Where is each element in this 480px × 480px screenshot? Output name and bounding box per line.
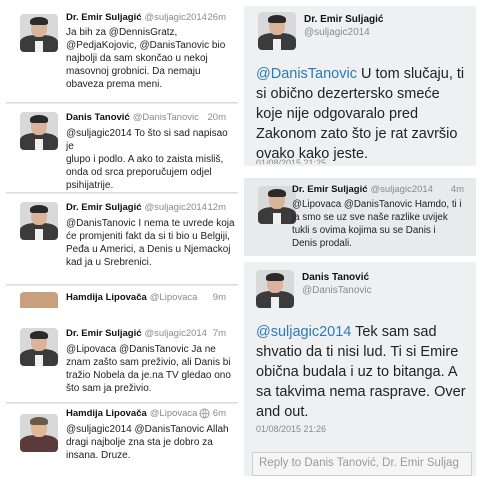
tweet-header: Dr. Emir Suljagić @suljagic2014 — [66, 202, 207, 213]
tweet-text: @suljagic2014 To što si sad napisao je g… — [66, 127, 238, 192]
tweet-line: @suljagic2014 @DanisTanovic Allah — [66, 424, 229, 435]
tweet-line: Denis prodali. — [292, 238, 352, 249]
author-name[interactable]: Hamdija Lipovača — [66, 408, 147, 419]
tweet-time: 6m — [199, 408, 226, 419]
tweet-line: dragi najbolje zna sta je dobro za — [66, 437, 213, 448]
tweet-header: Dr. Emir Suljagić @suljagic2014 — [304, 14, 383, 38]
tweet-header: Dr. Emir Suljagić @suljagic2014 — [66, 328, 207, 339]
tweet-time: 4m — [450, 184, 464, 195]
tweet-line: najbolji da sam skončao u nekoj — [66, 53, 208, 64]
tweet-line: tražio Nobela da je.na TV gledao ono — [66, 370, 231, 381]
avatar[interactable] — [20, 14, 58, 52]
tweet-detail: Dr. Emir Suljagić @suljagic2014 @DanisTa… — [244, 6, 476, 166]
tweet-text: @suljagic2014 @DanisTanovic Allah dragi … — [66, 423, 229, 462]
tweet-line: psihijatrije. — [66, 180, 114, 191]
left-top-timeline: Dr. Emir Suljagić @suljagic2014 26m Ja bi… — [6, 6, 238, 308]
tweet-line: tukli s ovima kojima su se Danis i — [292, 225, 436, 236]
author-name[interactable]: Dr. Emir Suljagić — [304, 14, 383, 25]
avatar[interactable] — [20, 414, 58, 452]
author-name[interactable]: Dr. Emir Suljagić — [66, 328, 142, 339]
author-handle[interactable]: @suljagic2014 — [145, 328, 207, 339]
author-name[interactable]: Dr. Emir Suljagić — [292, 184, 368, 195]
mention-link[interactable]: @suljagic2014 — [256, 324, 351, 340]
tweet-item[interactable]: Dr. Emir Suljagić @suljagic2014 7m @Lipov… — [6, 320, 238, 403]
tweet-line: @suljagic2014 To što si sad napisao je — [66, 128, 228, 152]
avatar[interactable] — [258, 12, 296, 50]
author-name[interactable]: Danis Tanović — [302, 272, 372, 283]
tweet-text: @suljagic2014 Tek sam sad shvatio da ti … — [256, 322, 470, 422]
tweet-line: @Lipovaca @DanisTanovic Hamdo, ti i — [292, 199, 462, 210]
tweet-header: Dr. Emir Suljagić @suljagic2014 — [66, 12, 207, 23]
tweet-line: onda od srca preporučujem odjel — [66, 167, 212, 178]
author-name[interactable]: Hamdija Lipovača — [66, 292, 147, 303]
tweet-header: Hamdija Lipovača @Lipovaca — [66, 408, 197, 419]
author-handle[interactable]: @suljagic2014 — [145, 12, 207, 23]
tweet-line: će promjeniti fakt da si ti bio u Belgij… — [66, 231, 230, 242]
tweet-line: kad ja u Srebrenici. — [66, 257, 152, 268]
author-handle[interactable]: @suljagic2014 — [371, 184, 433, 195]
avatar[interactable] — [258, 186, 296, 224]
author-handle[interactable]: @DanisTanovic — [133, 112, 199, 123]
tweet-item[interactable]: Danis Tanović @DanisTanovic 20m @suljagic… — [6, 104, 238, 193]
tweet-text: @DanisTanovic I nema te uvrede koja će p… — [66, 217, 235, 269]
tweet-line: ja smo se uz sve naše razlike uvijek — [292, 212, 448, 223]
tweet-line: znam zašto sam preživio, ali Danis bi — [66, 357, 231, 368]
author-handle[interactable]: @DanisTanovic — [302, 285, 372, 296]
author-name[interactable]: Dr. Emir Suljagić — [66, 12, 142, 23]
right-top-tweet-detail: Dr. Emir Suljagić @suljagic2014 @DanisTa… — [244, 6, 476, 256]
author-name[interactable]: Dr. Emir Suljagić — [66, 202, 142, 213]
avatar[interactable] — [256, 270, 294, 308]
tweet-line: Peđa u Americi, a Denis u Njemackoj — [66, 244, 231, 255]
reply-input[interactable]: Reply to Danis Tanović, Dr. Emir Suljag — [252, 452, 472, 476]
tweet-text: @DanisTanovic U tom slučaju, ti si običn… — [256, 64, 468, 164]
author-handle[interactable]: @Lipovaca — [150, 408, 198, 419]
tweet-item[interactable]: Hamdija Lipovača @Lipovaca 9m — [6, 286, 238, 308]
tweet-header: Danis Tanović @DanisTanovic — [66, 112, 199, 123]
tweet-time: 9m — [212, 292, 226, 303]
tweet-line: insana. Druze. — [66, 450, 131, 461]
mention-link[interactable]: @DanisTanovic — [256, 66, 357, 82]
tweet-line: obaveza prema meni. — [66, 79, 163, 90]
tweet-line: glupo i podlo. A ako to zaista misliš, — [66, 154, 224, 165]
tweet-line: @DanisTanovic I nema te uvrede koja — [66, 218, 235, 229]
tweet-time-value: 6m — [212, 408, 226, 420]
tweet-date: 01/08/2015 21:25 — [256, 158, 327, 164]
tweet-item[interactable]: Dr. Emir Suljagić @suljagic2014 26m Ja bi… — [6, 6, 238, 103]
avatar[interactable] — [20, 202, 58, 240]
left-bottom-timeline: Dr. Emir Suljagić @suljagic2014 7m @Lipov… — [6, 320, 238, 474]
avatar[interactable] — [20, 292, 58, 308]
tweet-text: @Lipovaca @DanisTanovic Hamdo, ti i ja s… — [292, 198, 462, 250]
tweet-time: 26m — [207, 12, 226, 23]
tweet-header: Dr. Emir Suljagić @suljagic2014 — [292, 184, 433, 195]
tweet-line: što sam ja preživio. — [66, 383, 152, 394]
tweet-header: Danis Tanović @DanisTanovic — [302, 272, 372, 296]
tweet-time: 20m — [207, 112, 226, 123]
tweet-date: 01/08/2015 21:26 — [256, 424, 327, 434]
tweet-item[interactable]: Hamdija Lipovača @Lipovaca 6m @suljagic20… — [6, 404, 238, 474]
tweet-line: @PedjaKojovic, @DanisTanovic bio — [66, 40, 226, 51]
tweet-text: Ja bih za @DennisGratz, @PedjaKojovic, @… — [66, 26, 225, 91]
author-handle[interactable]: @Lipovaca — [150, 292, 198, 303]
right-bottom-tweet-detail: Danis Tanović @DanisTanovic @suljagic201… — [244, 262, 476, 476]
author-name[interactable]: Danis Tanović — [66, 112, 130, 123]
avatar[interactable] — [20, 112, 58, 150]
avatar[interactable] — [20, 328, 58, 366]
author-handle[interactable]: @suljagic2014 — [145, 202, 207, 213]
tweet-time: 7m — [212, 328, 226, 339]
tweet-line: @Lipovaca @DanisTanovic Ja ne — [66, 344, 216, 355]
tweet-item[interactable]: Dr. Emir Suljagić @suljagic2014 12m @Dani… — [6, 194, 238, 285]
tweet-time: 12m — [207, 202, 226, 213]
tweet-line: Ja bih za @DennisGratz, — [66, 27, 178, 38]
reply-tweet-item[interactable]: Dr. Emir Suljagić @suljagic2014 4m @Lipov… — [244, 178, 476, 256]
tweet-header: Hamdija Lipovača @Lipovaca — [66, 292, 197, 303]
author-handle[interactable]: @suljagic2014 — [304, 27, 383, 38]
globe-icon — [199, 408, 210, 419]
tweet-text: @Lipovaca @DanisTanovic Ja ne znam zašto… — [66, 343, 231, 395]
tweet-line: masovnoj grobnici. Da nemaju — [66, 66, 201, 77]
